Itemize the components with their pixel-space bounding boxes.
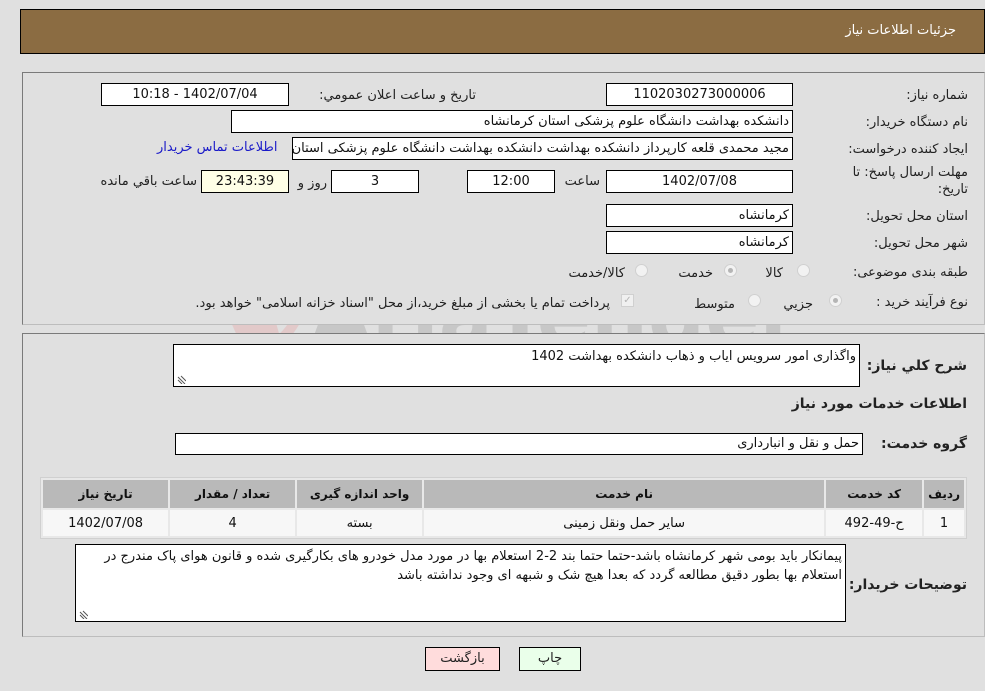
announce-datetime-field: 1402/07/04 - 10:18 [101, 83, 289, 106]
announce-datetime-label: تاریخ و ساعت اعلان عمومي: [319, 88, 476, 103]
col-header-service-code: کد خدمت [826, 480, 923, 508]
buyer-org-field: دانشکده بهداشت دانشگاه علوم پزشکی استان … [231, 110, 793, 133]
buyer-contact-link[interactable]: اطلاعات تماس خریدار [157, 140, 277, 155]
category-radio-goods-service[interactable] [635, 264, 648, 277]
cell-row-number: 1 [924, 510, 964, 536]
delivery-province-field: کرمانشاه [606, 204, 793, 227]
deadline-label-line2: تاریخ: [937, 182, 968, 197]
treasury-checkbox[interactable]: ✓ [621, 294, 634, 307]
cell-service-name: سایر حمل ونقل زمینی [424, 510, 825, 536]
general-desc-textarea[interactable]: واگذاری امور سرویس ایاب و ذهاب دانشکده ب… [173, 344, 860, 387]
delivery-province-label: استان محل تحویل: [866, 209, 968, 224]
purchase-process-label: نوع فرآیند خرید : [876, 295, 968, 310]
col-header-row-number: ردیف [924, 480, 964, 508]
time-remaining-field: 23:43:39 [201, 170, 289, 193]
treasury-note: پرداخت تمام یا بخشی از مبلغ خرید،از محل … [195, 296, 610, 311]
category-label: طبقه بندی موضوعی: [852, 265, 968, 280]
table-header-row: ردیف کد خدمت نام خدمت واحد اندازه گیری ت… [43, 480, 964, 508]
category-radio-service[interactable] [724, 264, 737, 277]
buyer-notes-text: پیمانکار باید بومی شهر کرمانشاه باشد-حتم… [104, 549, 842, 583]
process-option-medium: متوسط [694, 297, 735, 312]
deadline-date-field: 1402/07/08 [606, 170, 793, 193]
buyer-notes-textarea[interactable]: پیمانکار باید بومی شهر کرمانشاه باشد-حتم… [75, 544, 846, 622]
page-header: جزئیات اطلاعات نیاز [20, 9, 985, 54]
service-group-field: حمل و نقل و انبارداری [175, 433, 863, 455]
general-desc-text: واگذاری امور سرویس ایاب و ذهاب دانشکده ب… [531, 349, 856, 364]
days-label: روز و [297, 176, 327, 191]
col-header-service-name: نام خدمت [424, 480, 825, 508]
requester-field: مجید محمدی قلعه کارپرداز دانشکده بهداشت … [292, 137, 793, 160]
col-header-quantity: تعداد / مقدار [170, 480, 296, 508]
buyer-notes-label: توضیحات خریدار: [848, 577, 967, 593]
table-row: 1 ح-49-492 سایر حمل ونقل زمینی بسته 4 14… [43, 510, 964, 536]
process-option-minor: جزيي [783, 297, 813, 312]
deadline-label-line1: مهلت ارسال پاسخ: تا [852, 165, 968, 180]
need-number-field: 1102030273000006 [606, 83, 793, 106]
requester-label: ایجاد کننده درخواست: [848, 142, 968, 157]
services-table: ردیف کد خدمت نام خدمت واحد اندازه گیری ت… [40, 477, 967, 539]
category-radio-goods[interactable] [797, 264, 810, 277]
deadline-time-label: ساعت [564, 174, 600, 189]
col-header-unit: واحد اندازه گیری [297, 480, 423, 508]
days-remaining-field: 3 [331, 170, 419, 193]
back-button[interactable]: بازگشت [425, 647, 500, 671]
cell-need-date: 1402/07/08 [43, 510, 169, 536]
resize-grip-icon[interactable] [79, 610, 88, 619]
deadline-time-field: 12:00 [467, 170, 555, 193]
cell-quantity: 4 [170, 510, 296, 536]
category-option-goods: کالا [765, 266, 783, 281]
service-group-label: گروه خدمت: [881, 436, 967, 452]
cell-service-code: ح-49-492 [826, 510, 923, 536]
cell-unit: بسته [297, 510, 423, 536]
general-desc-label: شرح كلي نياز: [866, 358, 967, 374]
delivery-city-field: کرمانشاه [606, 231, 793, 254]
buyer-org-label: نام دستگاه خریدار: [865, 115, 968, 130]
process-radio-medium[interactable] [748, 294, 761, 307]
print-button[interactable]: چاپ [519, 647, 581, 671]
page-title: جزئیات اطلاعات نیاز [845, 23, 956, 38]
resize-grip-icon[interactable] [177, 375, 186, 384]
category-option-goods-service: کالا/خدمت [568, 266, 625, 281]
delivery-city-label: شهر محل تحویل: [873, 236, 968, 251]
process-radio-minor[interactable] [829, 294, 842, 307]
category-option-service: خدمت [678, 266, 713, 281]
services-heading: اطلاعات خدمات مورد نیاز [791, 396, 967, 412]
need-number-label: شماره نیاز: [906, 88, 968, 103]
col-header-need-date: تاریخ نیاز [43, 480, 169, 508]
time-remaining-label: ساعت باقي مانده [100, 174, 197, 189]
